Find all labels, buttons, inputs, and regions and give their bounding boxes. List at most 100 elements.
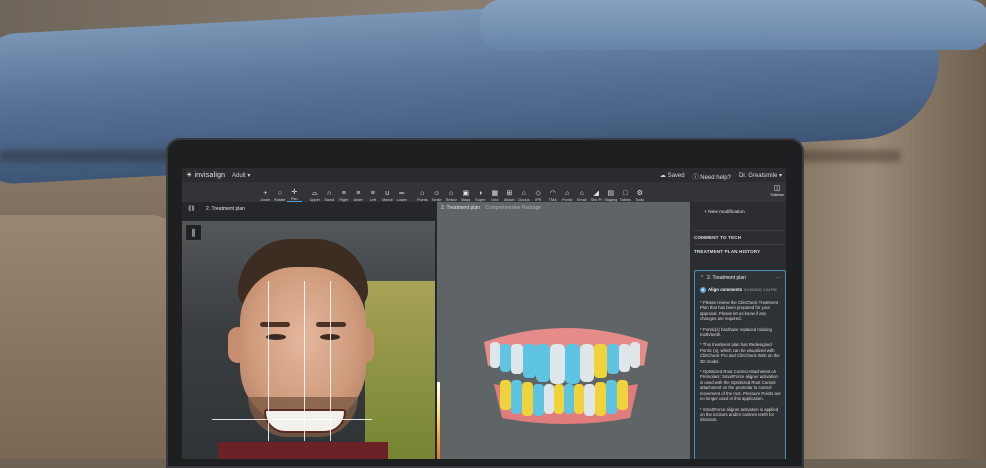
avatar: A [700, 287, 706, 293]
toolbar-button-sho-pl[interactable]: ◢ Sho Pl [589, 182, 604, 202]
comment-body: * Please review the ClinCheck Treatment … [700, 300, 782, 428]
panel-nav-icon[interactable]: ⟪⟫ [188, 205, 195, 212]
toolbar-icon: ◢ [593, 190, 599, 197]
toolbar-icon: ▦ [491, 190, 499, 197]
viewer-title: 2. Treatment plan [441, 205, 480, 211]
smile-guide-line-left[interactable] [268, 281, 269, 441]
comment-author: A Align comments 01/15/2022 1:04 PM [700, 287, 777, 293]
face-brow-right [316, 322, 346, 327]
collapse-chevron-icon[interactable]: ⌃ [700, 275, 704, 281]
toolbar-icon: ≡ [370, 190, 375, 197]
toolbar-icon: ∩ [326, 190, 332, 197]
couch-seat [0, 215, 180, 459]
toolbar-button-restor[interactable]: ⌂ Restor [444, 182, 459, 202]
toolbar-button-smile[interactable]: ☺ Smile [430, 182, 445, 202]
toolbar-button-tma[interactable]: ◠ TMA [546, 182, 561, 202]
toolbar-icon: ✛ [291, 189, 298, 196]
toolbar-button-lower[interactable]: ═ Lower [395, 182, 410, 202]
comment-date: 01/15/2022 1:04 PM [744, 288, 777, 292]
patient-type-select[interactable]: Adult ▾ [232, 172, 250, 179]
toolbar-button-tools[interactable]: ⚙ Tools [633, 182, 648, 202]
treatment-plan-card-title: ⌃ 2. Treatment plan [700, 275, 746, 281]
header-actions: ☁ Saved ⓘ Need help? Dr. Greatsmile ▾ [660, 172, 782, 181]
toolbar-label: Pan [290, 197, 298, 201]
comment-paragraph: * Please review the ClinCheck Treatment … [700, 300, 779, 322]
toolbar-icon: ◠ [549, 190, 556, 197]
toolbar-icon: ☺ [433, 190, 441, 197]
card-menu-icon[interactable]: … [776, 274, 781, 280]
toolbar-button-attach[interactable]: ⊞ Attach [502, 182, 517, 202]
toolbar-button-staging[interactable]: ▤ Staging [604, 182, 619, 202]
smile-guide-line-center[interactable] [304, 281, 305, 441]
cloud-icon: ☁ [659, 173, 666, 179]
toolbar-icon: ≡ [341, 190, 346, 197]
patient-photo[interactable]: ∥ [182, 221, 435, 459]
toolbar-button-rotate[interactable]: ○ Rotate [273, 182, 288, 202]
toolbar-button-super[interactable]: ◑ Super [473, 182, 488, 202]
toolbar-icon: ⌂ [565, 190, 570, 197]
sun-logo-icon: ☀ [186, 172, 193, 179]
3d-viewer[interactable]: 2. Treatment plan Comprehensive Package [437, 202, 690, 459]
patient-face [218, 237, 388, 459]
face-smile [264, 409, 346, 433]
toolbar-button-mand[interactable]: ∩ Mand [322, 182, 337, 202]
toolbar-icon: ═ [399, 190, 405, 197]
toolbar-button-anter[interactable]: ≡ Anter [351, 182, 366, 202]
toolbar-button-grid[interactable]: ▦ Grid [488, 182, 503, 202]
toolbar-icon: ⌂ [420, 190, 425, 197]
toolbar-icon: ⌂ [579, 190, 584, 197]
smile-guide-line-right[interactable] [330, 281, 331, 441]
smile-guide-line-horizontal[interactable] [212, 419, 372, 420]
toolbar-button-mandi[interactable]: ∪ Mandi [380, 182, 395, 202]
toolbar-button-right[interactable]: ≡ Right [337, 182, 352, 202]
toolbar-button-zoom[interactable]: + Zoom [258, 182, 273, 202]
help-button[interactable]: ⓘ Need help? [693, 172, 731, 181]
comment-paragraph: * Optimized Root Control Attachment on P… [700, 369, 781, 402]
patient-shirt [218, 442, 388, 459]
toolbar-icon: ○ [277, 190, 282, 197]
comment-paragraph: * Pontic(s) has/have replaced missing to… [700, 326, 772, 338]
toolbar-icon: ▤ [607, 190, 615, 197]
saved-status: ☁ Saved [659, 173, 685, 179]
comment-paragraph: * SmartForce aligner activation is appli… [700, 406, 779, 423]
comment-paragraph: * This treatment plan has Redesigned Pon… [700, 342, 780, 364]
sidebar-toggle-label: Sidebar [770, 192, 784, 197]
help-icon: ⓘ [692, 175, 699, 181]
user-menu[interactable]: Dr. Greatsmile ▾ [739, 172, 782, 181]
laptop-screen: ☀ invisalign Adult ▾ ☁ Saved ⓘ Need help?… [182, 168, 786, 459]
toolbar-button-occlus[interactable]: ⌂ Occlus [517, 182, 532, 202]
toolbar-icon: ⌂ [449, 190, 454, 197]
sidebar-toggle-button[interactable]: ◫ Sidebar [770, 184, 784, 197]
toolbar-button-email[interactable]: ⌂ Email [575, 182, 590, 202]
photo-panel: ⟪⟫ 2. Treatment plan ∥ [182, 202, 437, 459]
right-sidebar: + New modification COMMENT TO TECH TREAT… [690, 202, 786, 459]
toolbar-icon: ⊞ [506, 190, 513, 197]
toolbar-icon: □ [623, 190, 628, 197]
face-eye-left [266, 334, 286, 340]
toolbar-button-ipr[interactable]: ◇ IPR [531, 182, 546, 202]
toolbar-button-pontic[interactable]: ⌂ Pontic [560, 182, 575, 202]
person-leg-upper [480, 0, 986, 50]
photo-panel-header: ⟪⟫ 2. Treatment plan [182, 202, 437, 215]
toolbar-icon: ⚙ [636, 190, 643, 197]
treatment-plan-card: ⌃ 2. Treatment plan … A Align comments 01/… [694, 270, 786, 459]
new-modification-button[interactable]: + New modification [704, 210, 745, 215]
comment-to-tech-section[interactable]: COMMENT TO TECH [694, 230, 784, 240]
dental-arch-model[interactable] [480, 322, 652, 424]
photo-tool-button[interactable]: ∥ [185, 224, 202, 241]
toolbar-button-left[interactable]: ≡ Left [366, 182, 381, 202]
treatment-plan-history-section[interactable]: TREATMENT PLAN HISTORY [694, 244, 784, 254]
toolbar-button-mass[interactable]: ▣ Mass [459, 182, 474, 202]
photo-panel-title: 2. Treatment plan [206, 206, 245, 212]
face-brow-left [260, 322, 290, 327]
main-toolbar: + Zoom ○ Rotate ✛ Pan ⌓ Upper ∩ Mand ≡ Right ≡ Anter ≡… [182, 182, 786, 202]
toolbar-button-pan[interactable]: ✛ Pan [287, 181, 302, 202]
toolbar-icon: ◇ [535, 190, 541, 197]
toolbar-icon: ▣ [462, 190, 470, 197]
toolbar-button-upper[interactable]: ⌓ Upper [308, 182, 323, 202]
toolbar-icon: ⌓ [311, 190, 318, 197]
toolbar-icon: ⌂ [521, 190, 526, 197]
toolbar-icon: ◑ [478, 190, 483, 197]
toolbar-button-points[interactable]: ⌂ Points [415, 182, 430, 202]
toolbar-button-tables[interactable]: □ Tables [618, 182, 633, 202]
